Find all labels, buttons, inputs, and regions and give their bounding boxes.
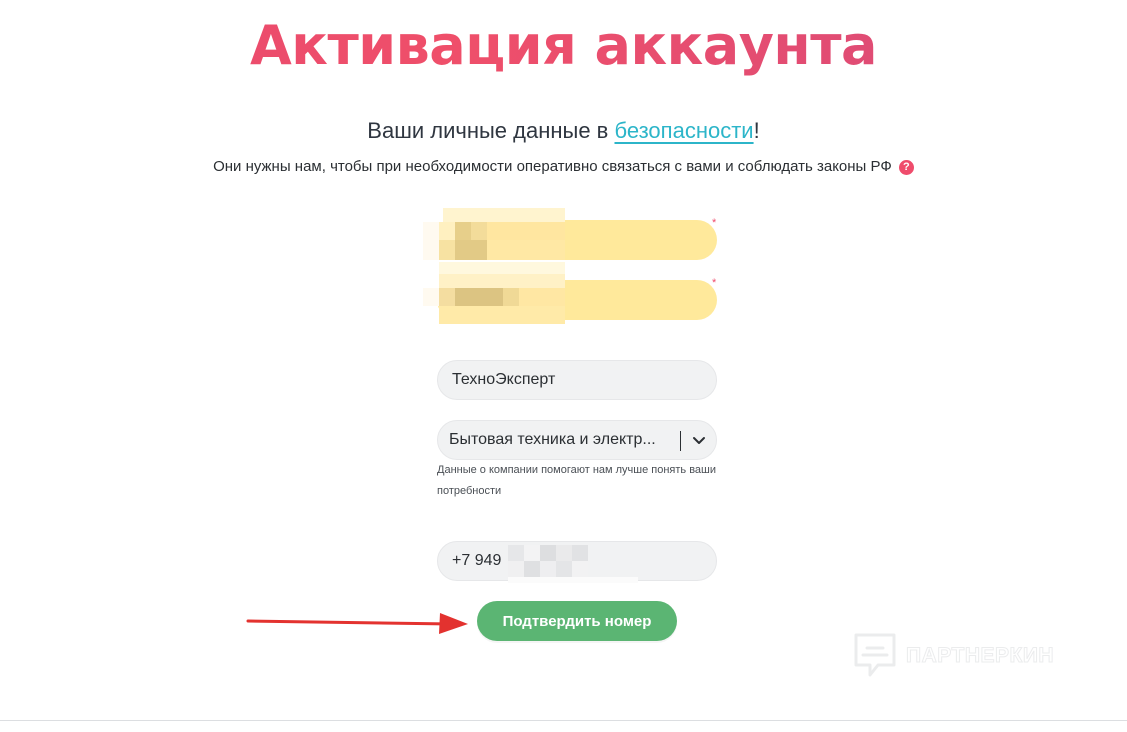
select-divider <box>680 431 681 451</box>
industry-select[interactable]: Бытовая техника и электр... <box>437 420 717 460</box>
first-required-field[interactable] <box>437 220 717 260</box>
partnerkin-logo-icon <box>854 633 896 677</box>
description: Они нужны нам, чтобы при необходимости о… <box>0 156 1127 178</box>
required-marker-1: * <box>712 217 717 229</box>
subtitle-text: Ваши личные данные в <box>367 118 615 143</box>
arrow-right-icon <box>246 613 468 634</box>
company-name-input[interactable]: ТехноЭксперт <box>437 360 717 400</box>
question-circle-icon[interactable]: ? <box>898 160 914 175</box>
watermark: ПАРТНЕРКИН <box>852 631 1054 681</box>
industry-selected-value: Бытовая техника и электр... <box>449 431 656 448</box>
phone-input[interactable]: +7 949 <box>437 541 717 581</box>
required-marker-2: * <box>712 277 717 289</box>
security-link[interactable]: безопасности <box>614 118 753 143</box>
chevron-down-icon[interactable] <box>691 432 707 448</box>
subtitle: Ваши личные данные в безопасности! <box>0 114 1127 148</box>
bottom-divider <box>0 720 1127 721</box>
watermark-text: ПАРТНЕРКИН <box>905 644 1055 668</box>
subtitle-end: ! <box>753 118 760 143</box>
company-name-value: ТехноЭксперт <box>452 371 556 388</box>
page-title: Активация аккаунта <box>0 8 1127 84</box>
company-hint: Данные о компании помогают нам лучше пон… <box>437 464 717 497</box>
phone-value: +7 949 <box>452 552 502 569</box>
confirm-phone-button[interactable]: Подтвердить номер <box>477 601 677 641</box>
second-required-field[interactable] <box>437 280 717 320</box>
description-text: Они нужны нам, чтобы при необходимости о… <box>213 158 892 175</box>
